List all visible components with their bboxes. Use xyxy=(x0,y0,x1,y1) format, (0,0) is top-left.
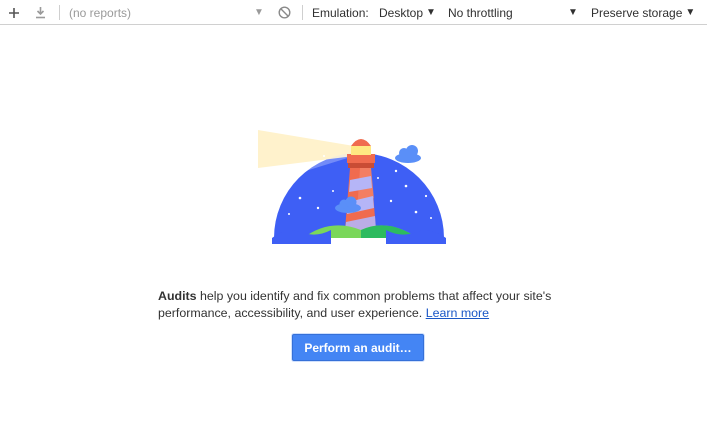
download-icon[interactable] xyxy=(35,0,46,25)
throttling-select[interactable]: No throttling xyxy=(448,0,513,25)
storage-select-value: Preserve storage xyxy=(591,5,683,20)
storage-select[interactable]: Preserve storage ▼ xyxy=(591,0,695,25)
toolbar-divider xyxy=(59,5,60,20)
reports-select[interactable]: (no reports) xyxy=(69,0,131,25)
audits-toolbar: (no reports) ▼ Emulation: Desktop ▼ No t… xyxy=(0,0,707,25)
clear-circle-icon[interactable] xyxy=(278,0,291,25)
chevron-down-icon: ▼ xyxy=(426,7,436,18)
lighthouse-illustration xyxy=(256,126,446,244)
learn-more-link[interactable]: Learn more xyxy=(426,306,489,320)
perform-audit-button[interactable]: Perform an audit… xyxy=(292,334,424,361)
toolbar-divider xyxy=(302,5,303,20)
throttling-dropdown-arrow-icon[interactable]: ▼ xyxy=(568,0,578,25)
emulation-label: Emulation: xyxy=(312,5,369,20)
throttling-select-value: No throttling xyxy=(448,5,513,20)
description-text-line2: performance, accessibility, and user exp… xyxy=(158,306,423,320)
reports-select-value: (no reports) xyxy=(69,5,132,20)
reports-dropdown-arrow-icon[interactable]: ▼ xyxy=(254,0,264,25)
plus-icon[interactable] xyxy=(8,0,20,25)
emulation-select[interactable]: Desktop ▼ xyxy=(379,0,436,25)
description-text-line1: help you identify and fix common problem… xyxy=(196,289,552,303)
emulation-select-value: Desktop xyxy=(379,5,424,20)
chevron-down-icon: ▼ xyxy=(685,7,696,18)
audits-term: Audits xyxy=(158,289,197,303)
audits-description: Audits help you identify and fix common … xyxy=(158,288,578,322)
